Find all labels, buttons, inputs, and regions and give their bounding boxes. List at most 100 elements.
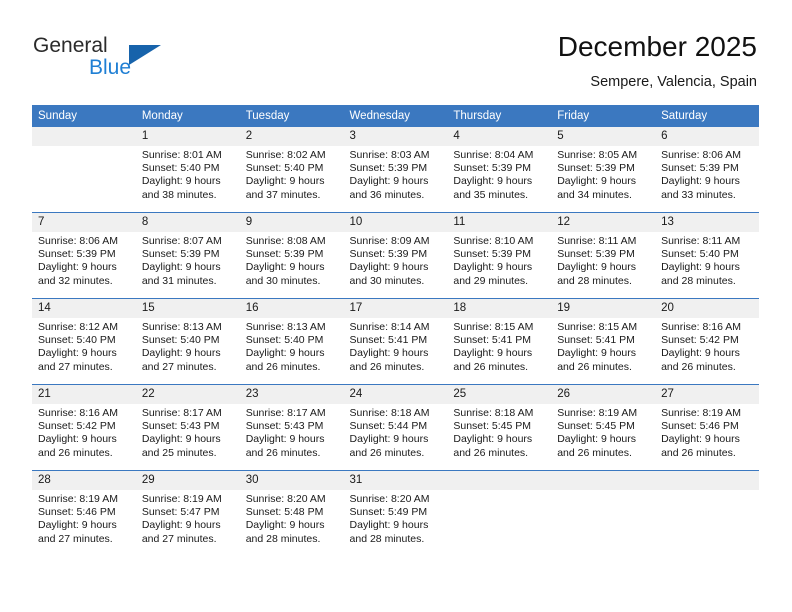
daylight-text-line1: Daylight: 9 hours [349, 261, 429, 274]
sunset-text: Sunset: 5:44 PM [349, 420, 428, 433]
day-sun-info: Sunrise: 8:19 AM Sunset: 5:46 PM Daylight:… [655, 404, 759, 460]
day-sun-info: Sunrise: 8:11 AM Sunset: 5:40 PM Daylight:… [655, 232, 759, 288]
sunset-text: Sunset: 5:40 PM [141, 334, 220, 347]
calendar-day-cell[interactable]: 23 Sunrise: 8:17 AM Sunset: 5:43 PM Dayligh… [239, 384, 344, 471]
calendar-day-cell[interactable]: 15 Sunrise: 8:13 AM Sunset: 5:40 PM Dayligh… [135, 298, 240, 385]
day-number [447, 471, 552, 490]
weekday-header-monday: Monday [135, 105, 240, 127]
day-number: 8 [135, 213, 240, 232]
day-number: 26 [551, 385, 656, 404]
calendar-table: Sunday Monday Tuesday Wednesday Thursday… [32, 105, 759, 556]
daylight-text-line2: and 26 minutes. [557, 446, 632, 459]
sunrise-text: Sunrise: 8:03 AM [349, 149, 430, 161]
calendar-day-cell[interactable]: 5 Sunrise: 8:05 AM Sunset: 5:39 PM Daylight… [551, 127, 656, 213]
calendar-day-cell[interactable]: 11 Sunrise: 8:10 AM Sunset: 5:39 PM Dayligh… [447, 212, 552, 299]
daylight-text-line2: and 36 minutes. [349, 188, 425, 201]
general-blue-logo[interactable]: General Blue [33, 34, 203, 86]
sunset-text: Sunset: 5:40 PM [245, 334, 324, 347]
day-sun-info: Sunrise: 8:03 AM Sunset: 5:39 PM Daylight:… [344, 146, 448, 202]
day-number [32, 127, 136, 146]
calendar-day-cell[interactable]: 28 Sunrise: 8:19 AM Sunset: 5:46 PM Dayligh… [32, 470, 136, 556]
calendar-day-cell[interactable]: 19 Sunrise: 8:15 AM Sunset: 5:41 PM Dayligh… [551, 298, 656, 385]
day-sun-info: Sunrise: 8:15 AM Sunset: 5:41 PM Daylight:… [551, 318, 655, 374]
daylight-text-line2: and 25 minutes. [141, 446, 217, 459]
sunrise-text: Sunrise: 8:06 AM [661, 149, 742, 161]
daylight-text-line1: Daylight: 9 hours [453, 347, 533, 360]
daylight-text-line2: and 27 minutes. [38, 532, 113, 545]
daylight-text-line1: Daylight: 9 hours [141, 519, 221, 532]
sunset-text: Sunset: 5:43 PM [245, 420, 324, 433]
day-sun-info: Sunrise: 8:17 AM Sunset: 5:43 PM Daylight:… [136, 404, 240, 460]
daylight-text-line1: Daylight: 9 hours [141, 261, 221, 274]
sunset-text: Sunset: 5:48 PM [245, 506, 324, 519]
calendar-day-cell-empty [551, 470, 656, 556]
calendar-day-cell[interactable]: 9 Sunrise: 8:08 AM Sunset: 5:39 PM Daylight… [239, 212, 344, 299]
day-number: 7 [32, 213, 136, 232]
daylight-text-line2: and 26 minutes. [38, 446, 113, 459]
logo-text-general: General [33, 34, 108, 57]
sunrise-text: Sunrise: 8:13 AM [245, 321, 326, 333]
calendar-day-cell[interactable]: 12 Sunrise: 8:11 AM Sunset: 5:39 PM Dayligh… [551, 212, 656, 299]
sunrise-text: Sunrise: 8:12 AM [38, 321, 118, 333]
calendar-day-cell[interactable]: 10 Sunrise: 8:09 AM Sunset: 5:39 PM Dayligh… [343, 212, 448, 299]
daylight-text-line1: Daylight: 9 hours [245, 519, 325, 532]
sunset-text: Sunset: 5:39 PM [453, 162, 532, 175]
day-sun-info: Sunrise: 8:16 AM Sunset: 5:42 PM Daylight:… [32, 404, 136, 460]
sunset-text: Sunset: 5:39 PM [141, 248, 220, 261]
calendar-day-cell[interactable]: 6 Sunrise: 8:06 AM Sunset: 5:39 PM Daylight… [655, 127, 759, 213]
daylight-text-line2: and 26 minutes. [557, 360, 632, 373]
weekday-header-wednesday: Wednesday [343, 105, 448, 127]
day-sun-info: Sunrise: 8:18 AM Sunset: 5:45 PM Daylight:… [447, 404, 551, 460]
weekday-header-tuesday: Tuesday [239, 105, 344, 127]
calendar-day-cell[interactable]: 27 Sunrise: 8:19 AM Sunset: 5:46 PM Dayligh… [655, 384, 759, 471]
calendar-week-row: 28 Sunrise: 8:19 AM Sunset: 5:46 PM Dayligh… [32, 470, 759, 556]
sunrise-text: Sunrise: 8:19 AM [557, 407, 638, 419]
calendar-day-cell[interactable]: 25 Sunrise: 8:18 AM Sunset: 5:45 PM Dayligh… [447, 384, 552, 471]
calendar-day-cell[interactable]: 30 Sunrise: 8:20 AM Sunset: 5:48 PM Dayligh… [239, 470, 344, 556]
calendar-day-cell[interactable]: 18 Sunrise: 8:15 AM Sunset: 5:41 PM Dayligh… [447, 298, 552, 385]
sunrise-text: Sunrise: 8:19 AM [141, 493, 222, 505]
daylight-text-line2: and 33 minutes. [661, 188, 736, 201]
sunrise-text: Sunrise: 8:15 AM [557, 321, 638, 333]
daylight-text-line1: Daylight: 9 hours [661, 261, 740, 274]
calendar-day-cell[interactable]: 17 Sunrise: 8:14 AM Sunset: 5:41 PM Dayligh… [343, 298, 448, 385]
calendar-day-cell[interactable]: 20 Sunrise: 8:16 AM Sunset: 5:42 PM Dayligh… [655, 298, 759, 385]
calendar-day-cell[interactable]: 21 Sunrise: 8:16 AM Sunset: 5:42 PM Dayligh… [32, 384, 136, 471]
sunrise-text: Sunrise: 8:14 AM [349, 321, 430, 333]
calendar-day-cell[interactable]: 16 Sunrise: 8:13 AM Sunset: 5:40 PM Dayligh… [239, 298, 344, 385]
daylight-text-line2: and 26 minutes. [661, 446, 736, 459]
calendar-day-cell[interactable]: 1 Sunrise: 8:01 AM Sunset: 5:40 PM Daylight… [135, 127, 240, 213]
day-number: 27 [655, 385, 759, 404]
calendar-day-cell-empty [32, 127, 136, 213]
day-number: 30 [239, 471, 344, 490]
day-number: 20 [655, 299, 759, 318]
calendar-day-cell[interactable]: 13 Sunrise: 8:11 AM Sunset: 5:40 PM Dayligh… [655, 212, 759, 299]
page-subtitle: Sempere, Valencia, Spain [590, 74, 757, 90]
calendar-day-cell[interactable]: 26 Sunrise: 8:19 AM Sunset: 5:45 PM Dayligh… [551, 384, 656, 471]
sunset-text: Sunset: 5:39 PM [38, 248, 116, 261]
sunset-text: Sunset: 5:41 PM [453, 334, 532, 347]
day-number: 22 [135, 385, 240, 404]
calendar-day-cell[interactable]: 8 Sunrise: 8:07 AM Sunset: 5:39 PM Daylight… [135, 212, 240, 299]
day-sun-info: Sunrise: 8:12 AM Sunset: 5:40 PM Daylight:… [32, 318, 136, 374]
calendar-day-cell[interactable]: 2 Sunrise: 8:02 AM Sunset: 5:40 PM Daylight… [239, 127, 344, 213]
day-sun-info: Sunrise: 8:08 AM Sunset: 5:39 PM Daylight:… [240, 232, 344, 288]
daylight-text-line2: and 34 minutes. [557, 188, 632, 201]
day-sun-info: Sunrise: 8:19 AM Sunset: 5:46 PM Daylight:… [32, 490, 136, 546]
day-number: 10 [343, 213, 448, 232]
calendar-day-cell[interactable]: 7 Sunrise: 8:06 AM Sunset: 5:39 PM Daylight… [32, 212, 136, 299]
daylight-text-line1: Daylight: 9 hours [453, 175, 533, 188]
calendar-day-cell[interactable]: 31 Sunrise: 8:20 AM Sunset: 5:49 PM Dayligh… [343, 470, 448, 556]
calendar-week-row: 7 Sunrise: 8:06 AM Sunset: 5:39 PM Daylight… [32, 212, 759, 299]
calendar-day-cell[interactable]: 29 Sunrise: 8:19 AM Sunset: 5:47 PM Dayligh… [135, 470, 240, 556]
calendar-day-cell[interactable]: 4 Sunrise: 8:04 AM Sunset: 5:39 PM Daylight… [447, 127, 552, 213]
calendar-day-cell[interactable]: 14 Sunrise: 8:12 AM Sunset: 5:40 PM Dayligh… [32, 298, 136, 385]
calendar-day-cell[interactable]: 3 Sunrise: 8:03 AM Sunset: 5:39 PM Daylight… [343, 127, 448, 213]
sunrise-text: Sunrise: 8:02 AM [245, 149, 326, 161]
daylight-text-line2: and 37 minutes. [245, 188, 321, 201]
calendar-day-cell[interactable]: 24 Sunrise: 8:18 AM Sunset: 5:44 PM Dayligh… [343, 384, 448, 471]
daylight-text-line2: and 30 minutes. [349, 274, 425, 287]
calendar-day-cell[interactable]: 22 Sunrise: 8:17 AM Sunset: 5:43 PM Dayligh… [135, 384, 240, 471]
daylight-text-line1: Daylight: 9 hours [38, 519, 117, 532]
day-sun-info: Sunrise: 8:19 AM Sunset: 5:45 PM Daylight:… [551, 404, 655, 460]
